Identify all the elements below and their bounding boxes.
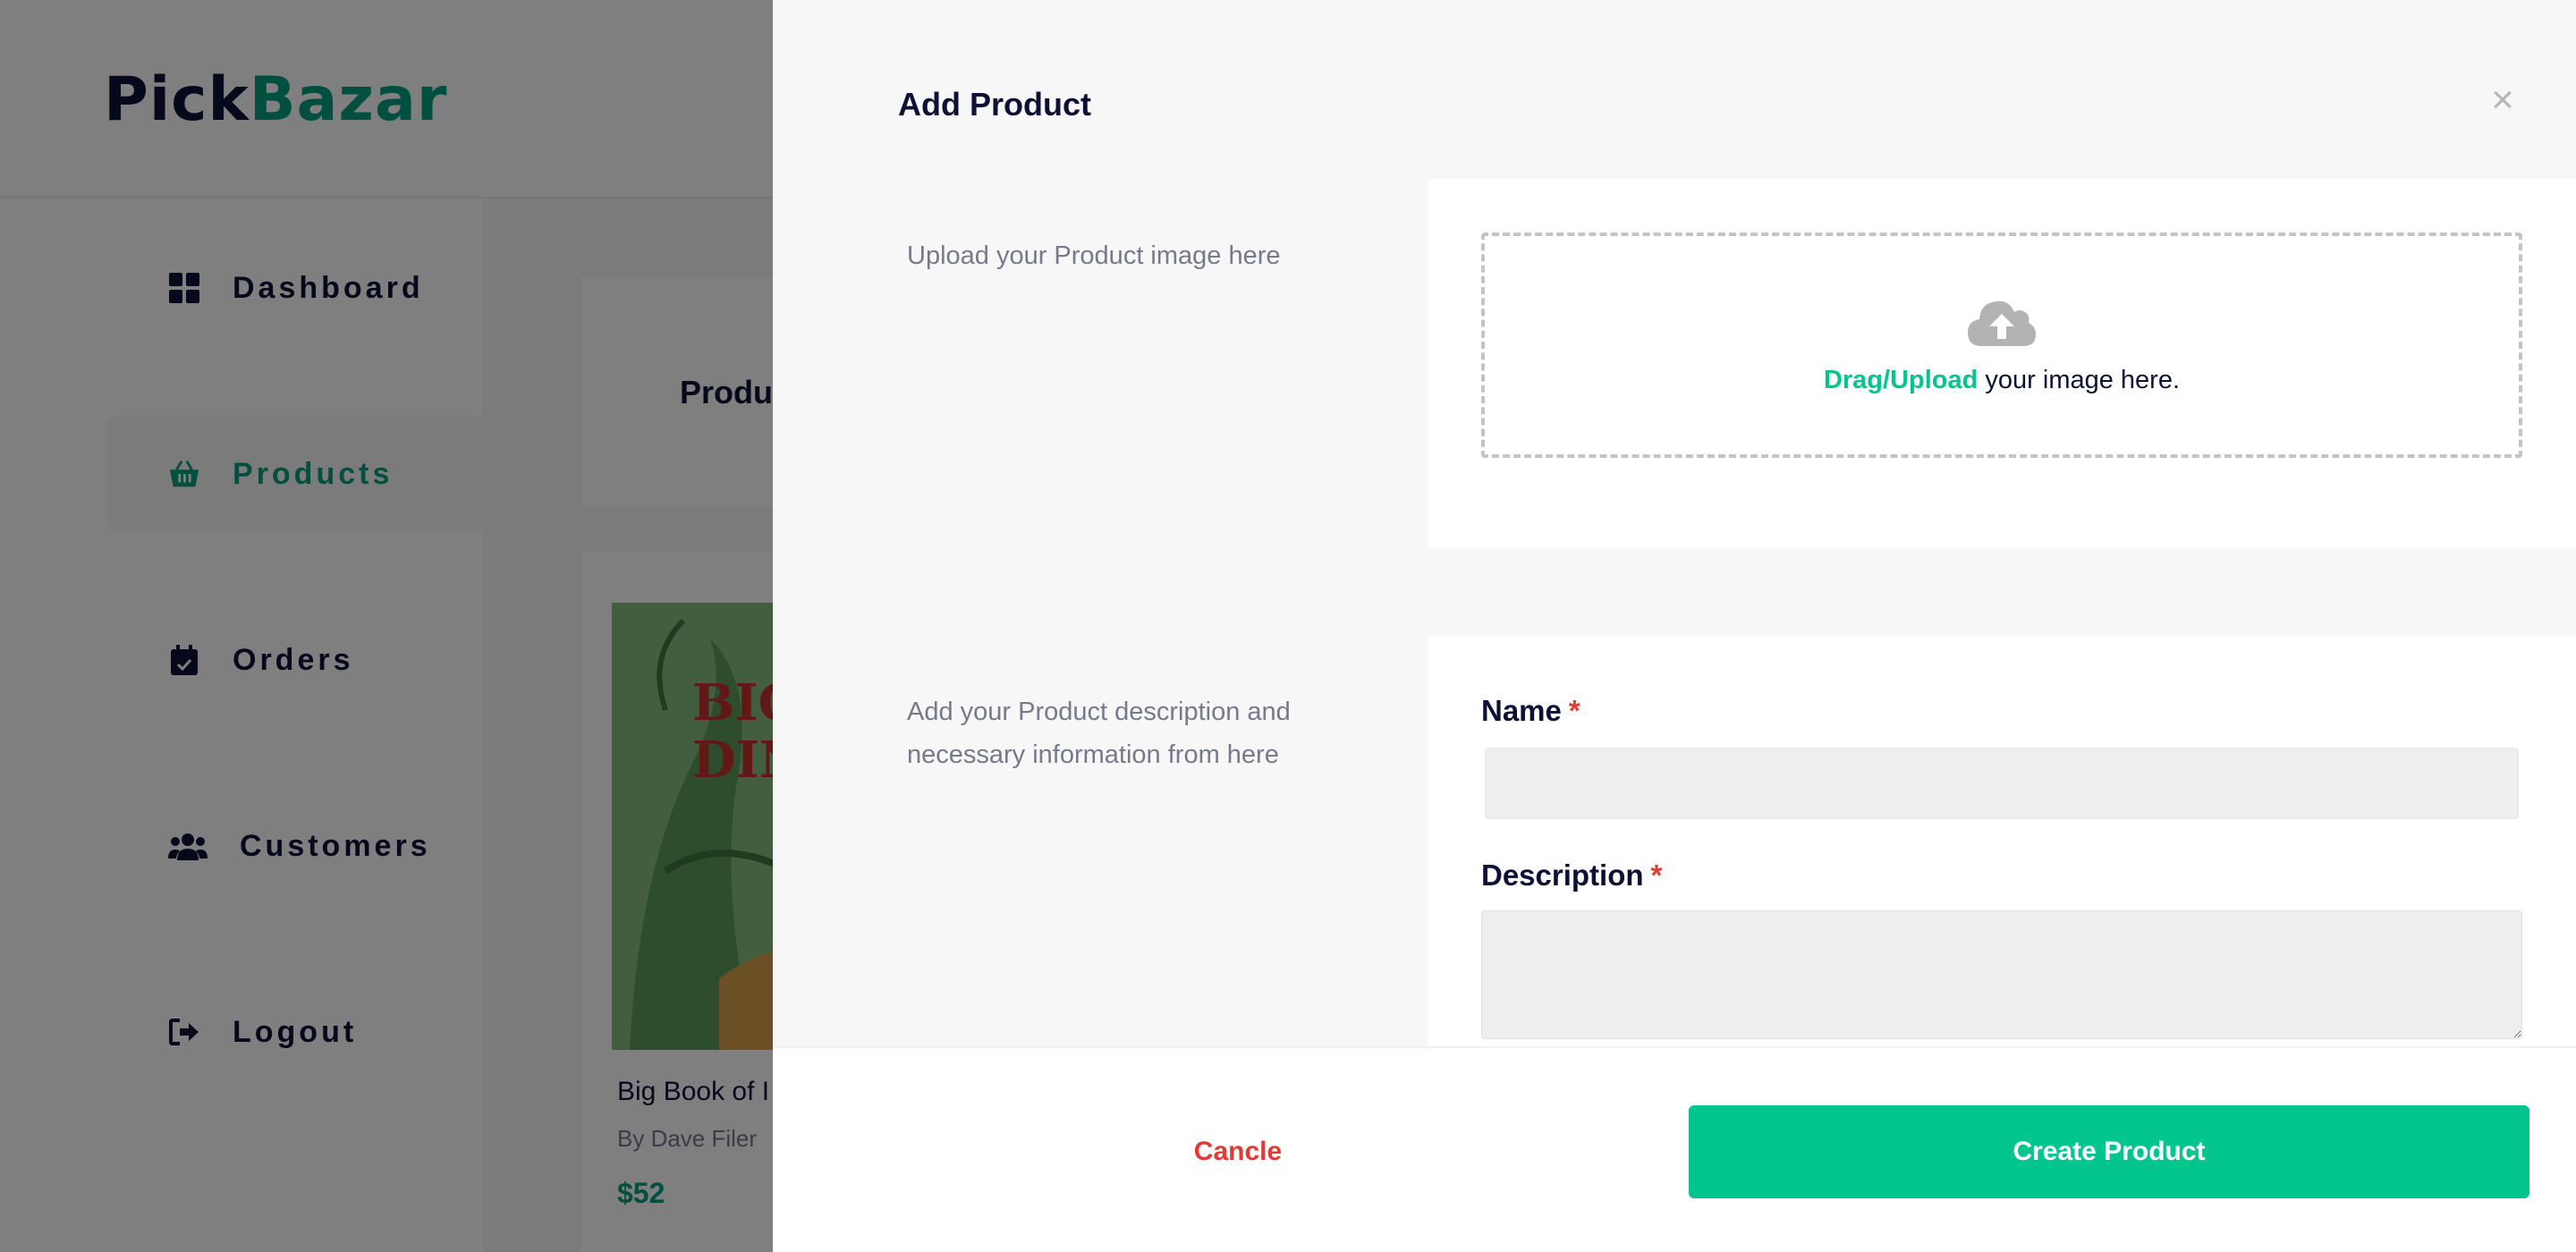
image-dropzone[interactable]: Drag/Upload your image here. [1481,233,2522,458]
close-icon[interactable]: × [2485,80,2521,120]
required-marker: * [1650,859,1663,892]
drawer-footer: Cancle Create Product [773,1046,2576,1252]
upload-panel: Drag/Upload your image here. [1428,179,2576,547]
cloud-upload-icon [1966,296,2038,348]
name-input[interactable] [1485,748,2519,819]
add-product-drawer: Add Product × Upload your Product image … [773,0,2576,1252]
info-section-description: Add your Product description and necessa… [907,698,1291,769]
cancel-button[interactable]: Cancle [1077,1105,1399,1198]
drawer-title: Add Product [898,86,1091,123]
name-label-text: Name [1481,694,1562,727]
create-product-button[interactable]: Create Product [1689,1105,2529,1198]
description-label: Description * [1481,859,1662,892]
description-textarea[interactable] [1481,910,2522,1039]
name-label: Name * [1481,694,1580,728]
dropzone-text-rest: your image here. [1978,365,2181,394]
dropzone-text: Drag/Upload your image here. [1824,366,2180,395]
upload-section-description: Upload your Product image here [907,241,1281,270]
description-label-text: Description [1481,859,1644,892]
required-marker: * [1568,694,1580,727]
dropzone-text-accent: Drag/Upload [1823,365,1979,394]
